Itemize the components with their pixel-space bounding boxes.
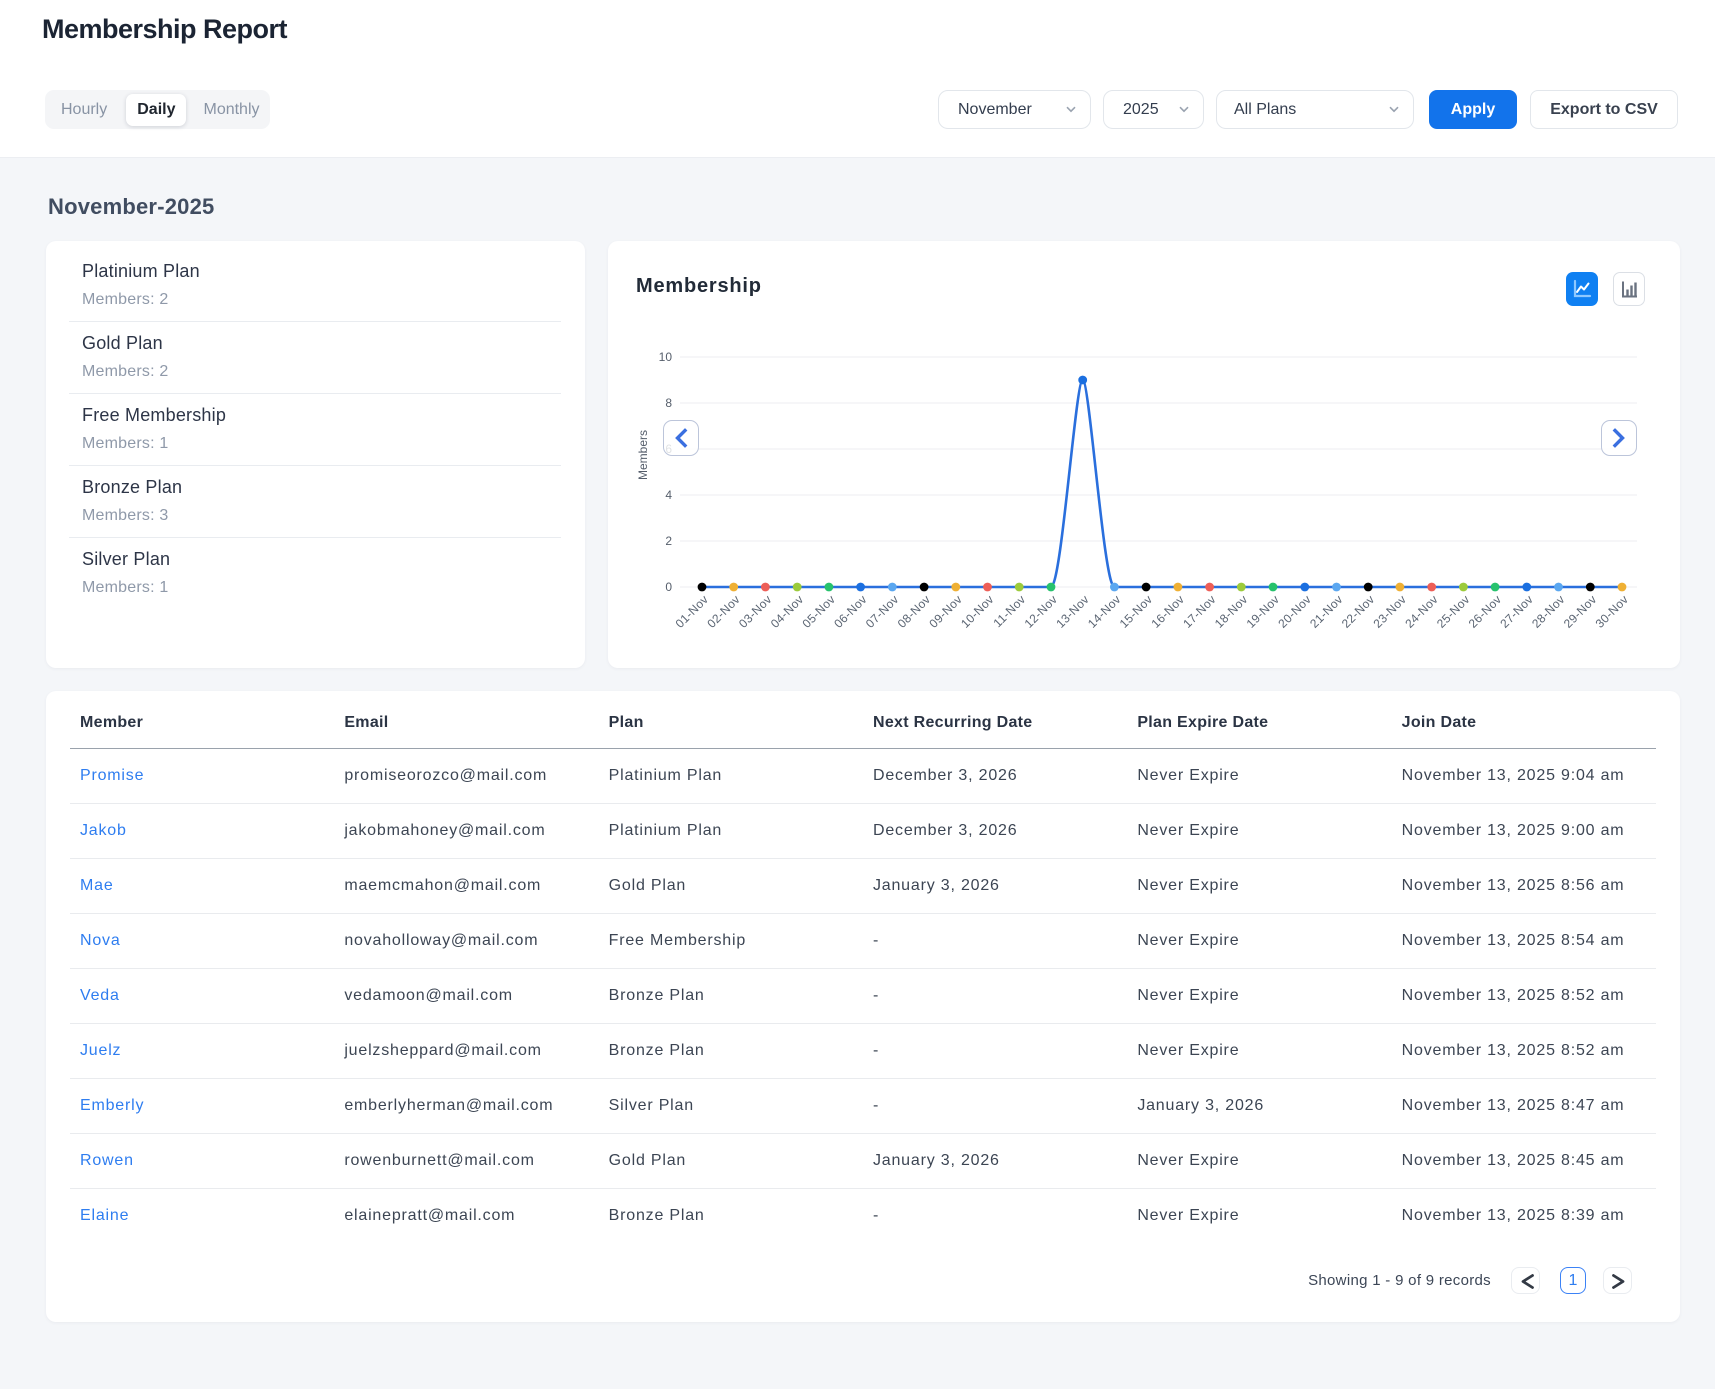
svg-text:26-Nov: 26-Nov (1466, 592, 1505, 631)
svg-text:Members: Members (636, 430, 650, 480)
svg-text:17-Nov: 17-Nov (1180, 592, 1219, 631)
svg-text:05-Nov: 05-Nov (799, 592, 838, 631)
svg-text:19-Nov: 19-Nov (1244, 592, 1283, 631)
svg-text:01-Nov: 01-Nov (673, 592, 712, 631)
svg-text:04-Nov: 04-Nov (768, 592, 807, 631)
svg-text:20-Nov: 20-Nov (1275, 592, 1314, 631)
svg-text:28-Nov: 28-Nov (1529, 592, 1568, 631)
svg-text:10-Nov: 10-Nov (958, 592, 997, 631)
svg-text:4: 4 (665, 488, 672, 502)
svg-text:16-Nov: 16-Nov (1148, 592, 1187, 631)
svg-text:8: 8 (665, 396, 672, 410)
svg-text:03-Nov: 03-Nov (736, 592, 775, 631)
svg-text:0: 0 (665, 580, 672, 594)
svg-text:27-Nov: 27-Nov (1497, 592, 1536, 631)
svg-text:13-Nov: 13-Nov (1053, 592, 1092, 631)
svg-text:24-Nov: 24-Nov (1402, 592, 1441, 631)
svg-text:06-Nov: 06-Nov (831, 592, 870, 631)
svg-text:23-Nov: 23-Nov (1370, 592, 1409, 631)
svg-text:2: 2 (665, 534, 672, 548)
svg-text:08-Nov: 08-Nov (895, 592, 934, 631)
svg-text:15-Nov: 15-Nov (1117, 592, 1156, 631)
svg-text:07-Nov: 07-Nov (863, 592, 902, 631)
svg-text:21-Nov: 21-Nov (1307, 592, 1346, 631)
svg-text:22-Nov: 22-Nov (1339, 592, 1378, 631)
svg-text:09-Nov: 09-Nov (926, 592, 965, 631)
svg-text:10: 10 (659, 350, 673, 364)
svg-text:02-Nov: 02-Nov (704, 592, 743, 631)
svg-text:25-Nov: 25-Nov (1434, 592, 1473, 631)
svg-text:18-Nov: 18-Nov (1212, 592, 1251, 631)
svg-text:11-Nov: 11-Nov (990, 592, 1028, 630)
svg-text:14-Nov: 14-Nov (1085, 592, 1124, 631)
svg-text:29-Nov: 29-Nov (1561, 592, 1600, 631)
svg-text:12-Nov: 12-Nov (1022, 592, 1061, 631)
svg-text:30-Nov: 30-Nov (1593, 592, 1632, 631)
